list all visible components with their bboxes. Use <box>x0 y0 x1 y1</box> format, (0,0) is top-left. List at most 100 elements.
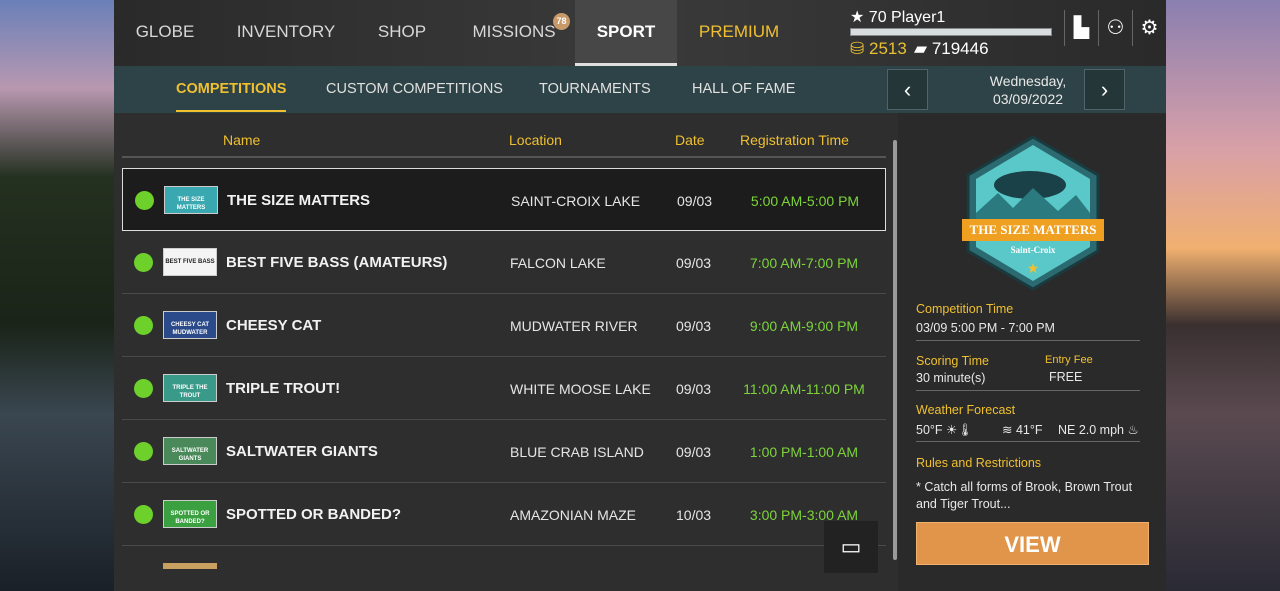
air-temp-value: 50°F <box>916 423 943 437</box>
registration-time: 5:00 AM-5:00 PM <box>750 193 860 209</box>
player-name: Player1 <box>891 9 946 26</box>
competition-date: 09/03 <box>677 193 713 209</box>
column-header-name: Name <box>223 132 261 148</box>
column-header-location: Location <box>509 132 562 148</box>
tab-premium[interactable]: PREMIUM <box>689 0 789 66</box>
rules-text: * Catch all forms of Brook, Brown Trout … <box>916 480 1133 511</box>
prev-date-button[interactable]: ‹ <box>887 69 928 110</box>
competition-detail-panel: THE SIZE MATTERS Saint-Croix ★ Competiti… <box>898 113 1166 591</box>
xp-progress-bar <box>850 28 1052 36</box>
competition-date: 09/03 <box>676 255 712 271</box>
tab-shop[interactable]: SHOP <box>366 0 438 66</box>
scoring-time-value: 30 minute(s) <box>916 371 986 385</box>
competition-location: FALCON LAKE <box>510 255 606 271</box>
water-icon: ≋ <box>1002 423 1013 437</box>
competition-location: BLUE CRAB ISLAND <box>510 444 644 460</box>
sub-nav: COMPETITIONS CUSTOM COMPETITIONS TOURNAM… <box>114 66 1166 113</box>
chat-icon[interactable]: ▭ <box>824 521 878 573</box>
competition-date: 09/03 <box>676 381 712 397</box>
status-dot <box>134 505 153 524</box>
player-info: ★ 70 Player1 <box>850 7 945 27</box>
entry-fee-label: Entry Fee <box>1045 354 1093 366</box>
friends-icon[interactable]: ⚇ <box>1098 10 1132 46</box>
star-icon: ★ <box>1027 260 1040 276</box>
competition-date: 10/03 <box>676 507 712 523</box>
status-dot <box>135 191 154 210</box>
water-temperature: ≋ 41°F <box>1002 422 1043 437</box>
next-date-button[interactable]: › <box>1084 69 1125 110</box>
competition-date: 09/03 <box>676 444 712 460</box>
sport-window: GLOBE INVENTORY SHOP MISSIONS 78 SPORT P… <box>114 0 1166 591</box>
competition-name: BEST FIVE BASS (AMATEURS) <box>226 254 448 271</box>
registration-time: 1:00 PM-1:00 AM <box>749 444 859 460</box>
status-dot <box>134 442 153 461</box>
table-row[interactable]: THE SIZE MATTERS THE SIZE MATTERS SAINT-… <box>122 168 886 231</box>
divider <box>916 390 1140 391</box>
column-header-registration-time: Registration Time <box>740 132 849 148</box>
column-header-date: Date <box>675 132 705 148</box>
table-row-partial[interactable] <box>122 545 886 575</box>
sun-thermometer-icon: ☀🌡 <box>946 423 974 437</box>
header-divider <box>122 156 886 158</box>
competition-name: SPOTTED OR BANDED? <box>226 506 402 523</box>
background-scenery-right <box>1166 0 1280 591</box>
view-button[interactable]: VIEW <box>916 522 1149 565</box>
missions-count-badge: 78 <box>553 13 570 30</box>
tab-inventory[interactable]: INVENTORY <box>226 0 346 66</box>
status-dot <box>134 253 153 272</box>
competition-logo: CHEESY CAT MUDWATER <box>163 311 217 339</box>
wind-icon: ♨ <box>1127 423 1139 437</box>
scoring-time-label: Scoring Time <box>916 354 989 368</box>
competition-name: THE SIZE MATTERS <box>227 192 371 209</box>
competition-name: CHEESY CAT <box>226 317 322 334</box>
gold-balance: ⛁ 2513 <box>850 39 907 59</box>
list-scrollbar[interactable] <box>893 140 897 560</box>
tab-missions[interactable]: MISSIONS <box>464 0 564 66</box>
wind-value: NE 2.0 mph <box>1058 423 1125 437</box>
leaderboard-icon[interactable]: ▙ <box>1064 10 1098 46</box>
gold-amount: 2513 <box>868 39 907 58</box>
competition-logo: BEST FIVE BASS <box>163 248 217 276</box>
credits-balance: ▰ 719446 <box>914 39 989 59</box>
cash-icon: ▰ <box>914 39 928 58</box>
divider <box>916 441 1140 442</box>
table-row[interactable]: SALTWATER GIANTS SALTWATER GIANTS BLUE C… <box>122 420 886 483</box>
status-dot <box>134 379 153 398</box>
divider <box>916 340 1140 341</box>
entry-fee-value: FREE <box>1049 370 1083 384</box>
table-row[interactable]: SPOTTED OR BANDED? SPOTTED OR BANDED? AM… <box>122 483 886 546</box>
settings-gear-icon[interactable]: ⚙ <box>1132 10 1166 46</box>
emblem-subtitle: Saint-Croix <box>1011 245 1056 255</box>
table-row[interactable]: TRIPLE THE TROUT TRIPLE TROUT! WHITE MOO… <box>122 357 886 420</box>
tab-sport[interactable]: SPORT <box>575 0 677 66</box>
competition-name: SALTWATER GIANTS <box>226 443 378 460</box>
competition-emblem: THE SIZE MATTERS Saint-Croix ★ <box>962 135 1104 291</box>
emblem-title: THE SIZE MATTERS <box>970 222 1097 237</box>
water-temp-value: 41°F <box>1015 423 1043 437</box>
table-row[interactable]: CHEESY CAT MUDWATER CHEESY CAT MUDWATER … <box>122 294 886 357</box>
registration-time: 11:00 AM-11:00 PM <box>743 381 865 397</box>
subtab-competitions[interactable]: COMPETITIONS <box>176 66 287 113</box>
air-temperature: 50°F ☀🌡 <box>916 422 973 438</box>
table-row[interactable]: BEST FIVE BASS BEST FIVE BASS (AMATEURS)… <box>122 231 886 294</box>
credits-amount: 719446 <box>931 39 989 58</box>
tab-globe[interactable]: GLOBE <box>124 0 206 66</box>
weather-forecast-label: Weather Forecast <box>916 403 1016 417</box>
star-icon: ★ <box>850 9 865 26</box>
wind: NE 2.0 mph ♨ <box>1058 422 1139 437</box>
competition-logo: SPOTTED OR BANDED? <box>163 500 217 528</box>
competition-logo <box>163 563 217 569</box>
competition-location: SAINT-CROIX LAKE <box>511 193 641 209</box>
competition-location: MUDWATER RIVER <box>510 318 638 334</box>
subtab-hall-of-fame[interactable]: HALL OF FAME <box>692 66 795 113</box>
coins-icon: ⛁ <box>850 39 865 58</box>
registration-time: 9:00 AM-9:00 PM <box>749 318 859 334</box>
subtab-tournaments[interactable]: TOURNAMENTS <box>539 66 651 113</box>
competition-location: AMAZONIAN MAZE <box>510 507 637 523</box>
competition-time-value: 03/09 5:00 PM - 7:00 PM <box>916 321 1055 335</box>
competition-date: 09/03 <box>676 318 712 334</box>
competition-name: TRIPLE TROUT! <box>226 380 341 397</box>
top-nav: GLOBE INVENTORY SHOP MISSIONS 78 SPORT P… <box>114 0 1166 66</box>
registration-time: 7:00 AM-7:00 PM <box>749 255 859 271</box>
subtab-custom-competitions[interactable]: CUSTOM COMPETITIONS <box>326 66 503 113</box>
